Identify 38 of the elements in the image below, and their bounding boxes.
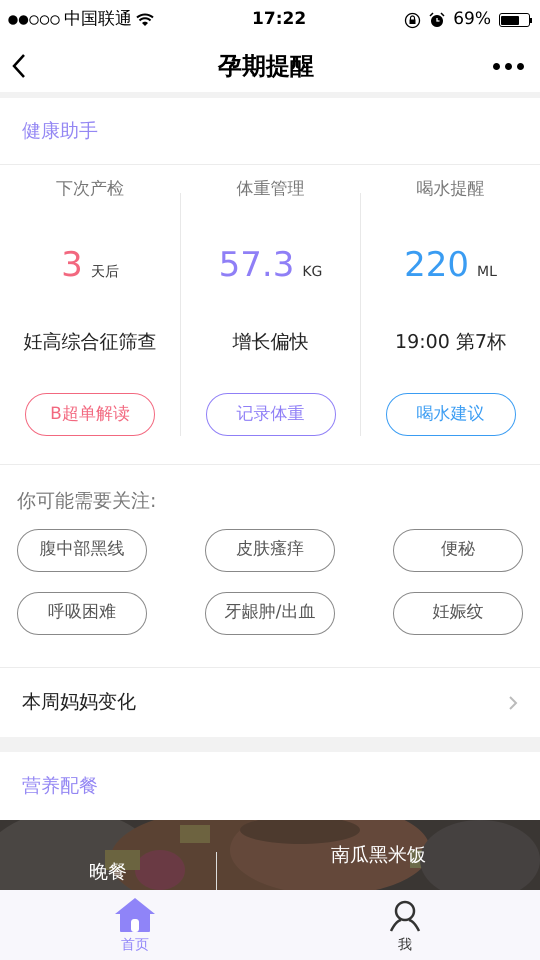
battery-icon	[498, 13, 532, 27]
signal-icon	[8, 15, 60, 25]
home-icon	[114, 897, 156, 933]
page-title: 孕期提醒	[218, 51, 314, 82]
symptom-tag[interactable]: 便秘	[393, 528, 523, 572]
card-label: 喝水提醒	[416, 178, 484, 201]
chevron-right-icon	[508, 694, 518, 710]
meal-label: 晚餐	[89, 860, 127, 884]
tab-bar-item[interactable]: 我	[270, 890, 540, 960]
symptom-tag[interactable]: 呼吸困难	[17, 592, 147, 634]
clock-time: 17:22	[252, 8, 306, 32]
battery-percent: 69%	[453, 8, 491, 32]
card-detail: 妊高综合征筛查	[24, 330, 156, 354]
section-title: 营养配餐	[22, 774, 98, 799]
alarm-icon	[429, 12, 446, 28]
attention-title: 你可能需要关注:	[17, 489, 158, 514]
card-detail: 增长偏快	[232, 330, 308, 354]
card-unit: ML	[477, 262, 497, 282]
rotation-lock-icon	[404, 12, 422, 28]
symptom-tag[interactable]: 牙龈肿/出血	[205, 592, 335, 634]
card-detail: 19:00 第7杯	[395, 330, 506, 354]
dish-name: 南瓜黑米饭	[331, 842, 426, 868]
meal-banner[interactable]: 晚餐 南瓜黑米饭	[0, 820, 540, 890]
person-icon	[388, 899, 422, 933]
card-value: 57.3	[218, 244, 294, 286]
card-value: 3	[61, 244, 83, 286]
card-value: 220	[404, 244, 469, 286]
card-label: 下次产检	[56, 178, 124, 201]
carrier-name: 中国联通	[64, 8, 132, 32]
card-unit: 天后	[90, 262, 119, 282]
symptom-tag[interactable]: 腹中部黑线	[17, 528, 147, 572]
card-unit: KG	[302, 262, 322, 282]
section-title: 健康助手	[22, 118, 98, 144]
card-label: 体重管理	[236, 178, 304, 201]
symptom-tag[interactable]: 妊娠纹	[393, 592, 523, 634]
back-icon	[12, 53, 26, 79]
symptom-tag[interactable]: 皮肤瘙痒	[205, 528, 335, 572]
wifi-icon	[136, 13, 154, 27]
